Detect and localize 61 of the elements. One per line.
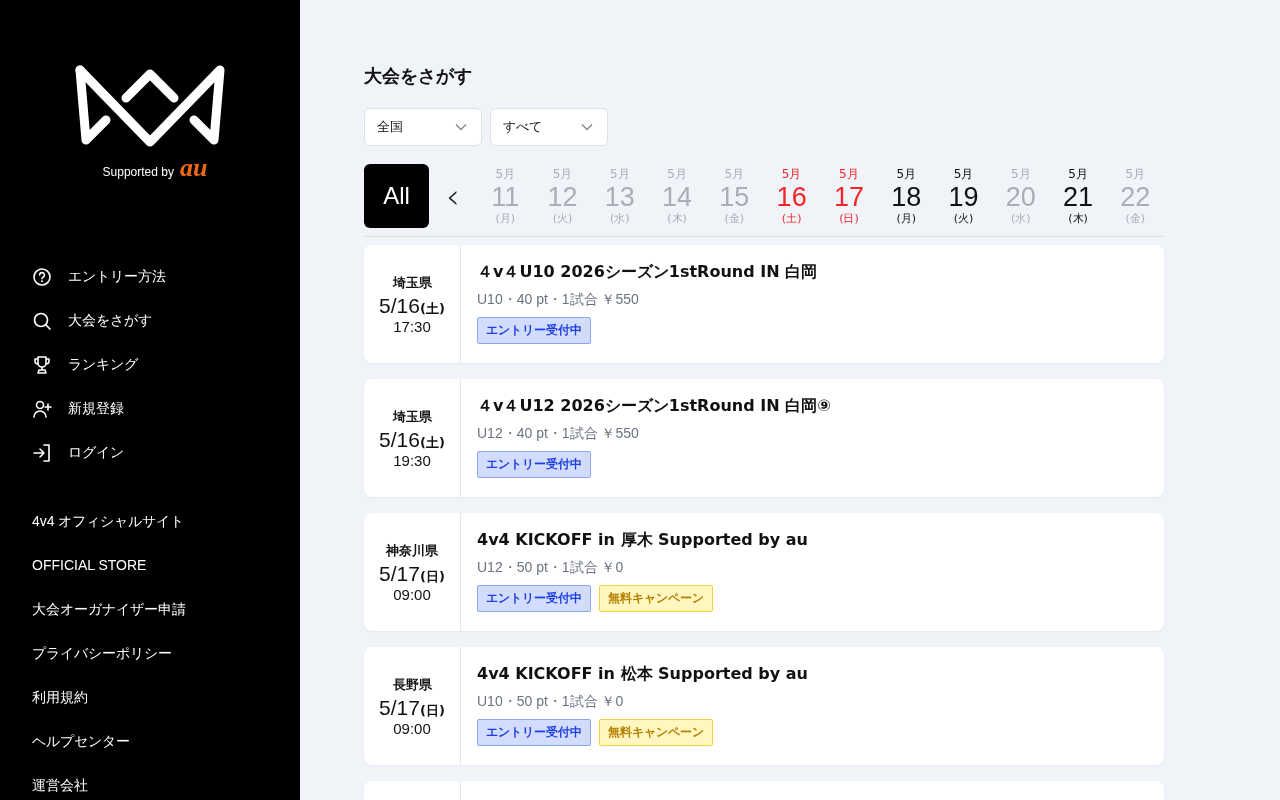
prefecture: 長野県 [392, 675, 432, 694]
event-time: 17:30 [393, 317, 431, 335]
event-card[interactable]: 神奈川県 5/17(日) 09:00 4v4 KICKOFF in 厚木 Supported by au U12・50 pt・1試合 ￥0 エントリー受付中 無料キャンペーン [364, 513, 1164, 631]
event-time: 19:30 [393, 451, 431, 469]
sidebar-link[interactable]: ヘルプセンター [32, 719, 130, 763]
chevron-down-icon [581, 123, 593, 131]
nav-item[interactable]: ログイン [32, 431, 300, 475]
chevron-down-icon [455, 123, 467, 131]
event-title: 4v4 KICKOFF in 厚木 Supported by au [477, 529, 808, 551]
status-tag: エントリー受付中 [477, 585, 591, 612]
event-date: 5/16(土) [379, 427, 445, 452]
date-item[interactable]: 5月 21 (木) [1049, 166, 1107, 226]
sidebar-link[interactable]: プライバシーポリシー [32, 631, 172, 675]
event-details: U12・50 pt・1試合 ￥0 [477, 559, 624, 577]
supported-by-text: Supported by [102, 165, 174, 179]
nav-item[interactable]: 大会をさがす [32, 299, 300, 343]
event-time: 09:00 [393, 719, 431, 737]
nav-item[interactable]: 新規登録 [32, 387, 300, 431]
sponsor-logo: au [179, 158, 208, 178]
event-date: 5/17(日) [379, 561, 445, 586]
date-item[interactable]: 5月 19 (火) [934, 166, 993, 226]
status-tag: エントリー受付中 [477, 451, 591, 478]
prefecture: 神奈川県 [386, 541, 438, 560]
sidebar-link[interactable]: 4v4 オフィシャルサイト [32, 499, 185, 543]
event-details: U12・40 pt・1試合 ￥550 [477, 425, 639, 443]
all-button[interactable]: All [364, 164, 430, 228]
date-item[interactable]: 5月 18 (月) [877, 166, 935, 226]
event-title: ４v４U12 2026シーズン1stRound IN 白岡⑨ [477, 395, 831, 417]
search-icon [32, 311, 52, 331]
event-card[interactable]: 埼玉県 5/16(土) 19:30 ４v４U12 2026シーズン1stRound IN 白岡⑨ U12・40 pt・1試合 ￥550 エントリー受付中 [364, 379, 1164, 497]
dropdown[interactable]: すべて [490, 108, 608, 146]
date-item[interactable]: 5月 17 (日) [820, 166, 878, 226]
login-icon [32, 443, 52, 463]
nav-item[interactable]: ランキング [32, 343, 300, 387]
sidebar-link[interactable]: OFFICIAL STORE [32, 543, 147, 587]
sidebar-link[interactable]: 利用規約 [32, 675, 88, 719]
add-user-icon [32, 399, 52, 419]
event-time: 09:00 [393, 585, 431, 603]
help-icon [32, 267, 52, 287]
page-title: 大会をさがす [364, 64, 473, 88]
event-title: ４v４U10 2026シーズン1stRound IN 白岡 [477, 261, 818, 283]
trophy-icon [32, 355, 52, 375]
status-tag: 無料キャンペーン [599, 719, 713, 746]
status-tag: エントリー受付中 [477, 719, 591, 746]
event-date: 5/17(日) [379, 695, 445, 720]
status-tag: 無料キャンペーン [599, 585, 713, 612]
prefecture: 埼玉県 [392, 407, 432, 426]
event-details: U10・50 pt・1試合 ￥0 [477, 693, 624, 711]
date-item[interactable]: 5月 16 (土) [763, 166, 821, 226]
sidebar-link[interactable]: 大会オーガナイザー申請 [32, 587, 186, 631]
previous-button[interactable]: ‹ [429, 176, 477, 216]
event-title: 4v4 KICKOFF in 松本 Supported by au [477, 663, 808, 685]
event-date: 5/16(土) [379, 293, 445, 318]
prefecture: 埼玉県 [392, 273, 432, 292]
event-card[interactable]: 埼玉県 5/16(土) 17:30 ４v４U10 2026シーズン1stRound IN 白岡 U10・40 pt・1試合 ￥550 エントリー受付中 [364, 245, 1164, 363]
event-details: U10・40 pt・1試合 ￥550 [477, 291, 639, 309]
sidebar-link[interactable]: 運営会社 [32, 763, 88, 800]
status-tag: エントリー受付中 [477, 317, 591, 344]
nav-item[interactable]: エントリー方法 [32, 255, 300, 299]
dropdown[interactable]: 全国 [364, 108, 482, 146]
event-card[interactable]: 長野県 5/17(日) 09:00 4v4 KICKOFF in 松本 Supported by au U10・50 pt・1試合 ￥0 エントリー受付中 無料キャンペーン [364, 647, 1164, 765]
